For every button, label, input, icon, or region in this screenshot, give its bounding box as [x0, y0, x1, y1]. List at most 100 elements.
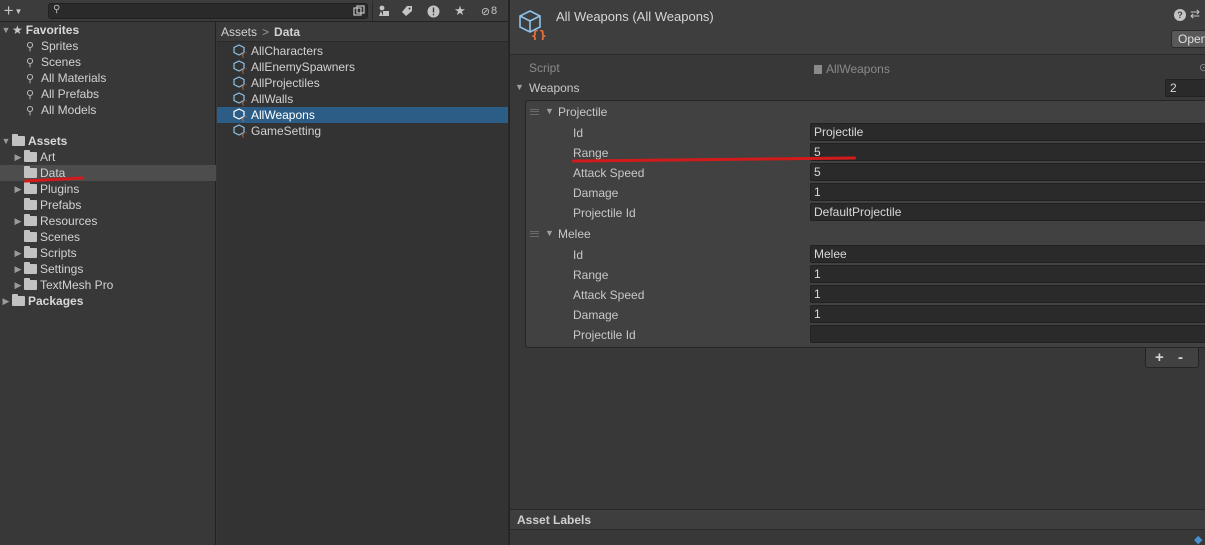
folder-tree: ▼ ★ Favorites ⚲ Sprites ⚲ Scenes ⚲ All Mate…: [0, 22, 216, 545]
scriptable-object-large-icon: {}: [518, 8, 550, 44]
expand-arrow-icon[interactable]: ▼: [0, 25, 12, 35]
favorite-item[interactable]: ⚲ Scenes: [0, 54, 216, 70]
damage-label: Damage: [573, 186, 619, 200]
collapse-arrow-icon[interactable]: ▶: [0, 296, 12, 307]
remove-element-button[interactable]: -: [1178, 349, 1183, 366]
weapons-foldout-arrow-icon[interactable]: ▼: [515, 82, 524, 92]
tree-folder-scripts[interactable]: ▶ Scripts: [0, 245, 216, 261]
id-field[interactable]: Projectile: [810, 123, 1205, 141]
collapse-arrow-icon[interactable]: ▶: [12, 152, 24, 163]
drag-handle-icon[interactable]: [530, 231, 539, 237]
packages-header[interactable]: ▶ Packages: [0, 293, 216, 309]
collapse-arrow-icon[interactable]: ▶: [12, 248, 24, 259]
label-icon[interactable]: ◆: [1194, 533, 1202, 545]
asset-list: Assets > Data {} AllCharacters {} AllEne…: [217, 22, 508, 545]
project-toolbar: + ▼ ⚲ ★ ⊘ 8: [0, 0, 508, 22]
weapons-size-field[interactable]: 2: [1165, 79, 1205, 97]
asset-item[interactable]: {} AllEnemySpawners: [217, 59, 508, 76]
folder-icon: [24, 150, 37, 162]
asset-labels-title: Asset Labels: [517, 513, 592, 527]
svg-text:{}: {}: [531, 29, 547, 40]
favorite-item[interactable]: ⚲ All Materials: [0, 70, 216, 86]
element-name[interactable]: Melee: [558, 227, 591, 241]
asset-item[interactable]: {} GameSetting: [217, 123, 508, 140]
project-window: + ▼ ⚲ ★ ⊘ 8 ▼ ★ Favorites ⚲ Sprites ⚲ Sc…: [0, 0, 508, 545]
breadcrumb-current[interactable]: Data: [274, 25, 300, 39]
collapse-arrow-icon[interactable]: ▶: [12, 280, 24, 291]
tree-folder-textmesh-pro[interactable]: ▶ TextMesh Pro: [0, 277, 216, 293]
packages-title: Packages: [28, 294, 84, 308]
expand-arrow-icon[interactable]: ▼: [0, 136, 12, 146]
element-foldout-arrow-icon[interactable]: ▼: [545, 106, 554, 116]
svg-text:{}: {}: [241, 84, 247, 90]
folder-label: Settings: [40, 262, 84, 276]
collapse-arrow-icon[interactable]: ▶: [12, 184, 24, 195]
asset-label: AllWeapons: [251, 108, 315, 122]
asset-item[interactable]: {} AllCharacters: [217, 43, 508, 60]
tree-folder-settings[interactable]: ▶ Settings: [0, 261, 216, 277]
folder-icon: [24, 278, 37, 290]
element-name[interactable]: Projectile: [558, 105, 607, 119]
id-field[interactable]: Melee: [810, 245, 1205, 263]
projectile-id-label: Projectile Id: [573, 328, 636, 342]
help-icon[interactable]: ?: [1174, 9, 1186, 21]
tree-folder-prefabs[interactable]: Prefabs: [0, 197, 216, 213]
range-field[interactable]: 1: [810, 265, 1205, 283]
script-field: AllWeapons: [810, 61, 1205, 77]
favorite-label: All Prefabs: [41, 87, 100, 101]
attack-speed-field[interactable]: 1: [810, 285, 1205, 303]
attack-speed-field[interactable]: 5: [810, 163, 1205, 181]
drag-handle-icon[interactable]: [530, 109, 539, 115]
projectile-id-field[interactable]: DefaultProjectile: [810, 203, 1205, 221]
folder-open-icon: [12, 134, 25, 146]
presets-icon[interactable]: ⇄: [1190, 7, 1200, 21]
folder-icon: [24, 246, 37, 258]
svg-text:{}: {}: [241, 100, 247, 106]
script-file-icon: [814, 65, 822, 74]
asset-item[interactable]: {} AllWalls: [217, 91, 508, 108]
folder-icon: [24, 182, 37, 194]
collapse-arrow-icon[interactable]: ▶: [12, 264, 24, 275]
create-dropdown-button[interactable]: + ▼: [2, 1, 24, 21]
favorite-item[interactable]: ⚲ Sprites: [0, 38, 216, 54]
collapse-arrow-icon[interactable]: ▶: [12, 216, 24, 227]
asset-item-selected[interactable]: {} AllWeapons: [217, 107, 508, 124]
range-field[interactable]: 5: [810, 143, 1205, 161]
damage-field[interactable]: 1: [810, 183, 1205, 201]
tree-folder-art[interactable]: ▶ Art: [0, 149, 216, 165]
assets-header[interactable]: ▼ Assets: [0, 133, 216, 149]
id-label: Id: [573, 248, 584, 262]
damage-field[interactable]: 1: [810, 305, 1205, 323]
element-foldout-arrow-icon[interactable]: ▼: [545, 228, 554, 238]
log-types-icon[interactable]: [422, 1, 444, 21]
assets-title: Assets: [28, 134, 68, 148]
tree-folder-resources[interactable]: ▶ Resources: [0, 213, 216, 229]
scriptable-object-icon: {}: [233, 60, 249, 76]
add-element-button[interactable]: +: [1155, 349, 1164, 366]
chevron-down-icon: ▼: [14, 6, 23, 16]
search-input[interactable]: ⚲: [48, 3, 368, 19]
filter-by-label-icon[interactable]: [396, 1, 418, 21]
favorite-star-icon[interactable]: ★: [450, 1, 470, 21]
svg-text:{}: {}: [241, 68, 247, 74]
asset-labels-bar[interactable]: Asset Labels: [510, 509, 1205, 530]
favorite-item[interactable]: ⚲ All Prefabs: [0, 86, 216, 102]
hidden-packages-button[interactable]: ⊘ 8: [474, 1, 504, 21]
object-picker-icon[interactable]: ⊙: [1199, 61, 1205, 74]
tree-folder-scenes[interactable]: Scenes: [0, 229, 216, 245]
range-label: Range: [573, 146, 609, 160]
scriptable-object-icon: {}: [233, 108, 249, 124]
tree-folder-plugins[interactable]: ▶ Plugins: [0, 181, 216, 197]
asset-item[interactable]: {} AllProjectiles: [217, 75, 508, 92]
open-button[interactable]: Open: [1171, 30, 1205, 48]
folder-icon: [24, 214, 37, 226]
search-by-type-icon[interactable]: [350, 1, 368, 21]
create-label: +: [3, 1, 14, 20]
filter-by-type-icon[interactable]: [372, 1, 394, 21]
favorite-item[interactable]: ⚲ All Models: [0, 102, 216, 118]
breadcrumb-root[interactable]: Assets: [221, 25, 257, 39]
projectile-id-field[interactable]: [810, 325, 1205, 343]
weapons-label[interactable]: Weapons: [529, 81, 579, 95]
favorites-header[interactable]: ▼ ★ Favorites: [0, 22, 216, 38]
breadcrumb: Assets > Data: [217, 22, 508, 42]
